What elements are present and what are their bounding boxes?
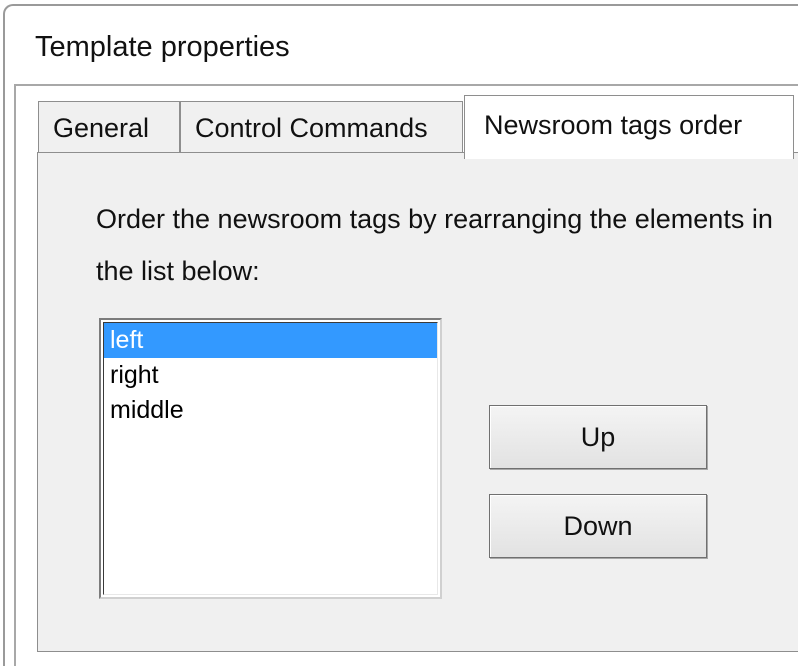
instruction-text: Order the newsroom tags by rearranging t… bbox=[96, 204, 773, 286]
list-item-right[interactable]: right bbox=[104, 358, 437, 393]
tab-general-label: General bbox=[53, 113, 150, 143]
down-button[interactable]: Down bbox=[489, 494, 707, 558]
tab-general[interactable]: General bbox=[38, 101, 180, 153]
template-properties-window: Template properties General Control Comm… bbox=[0, 0, 798, 666]
tab-control-commands[interactable]: Control Commands bbox=[180, 101, 463, 153]
list-item-left[interactable]: left bbox=[104, 323, 437, 358]
tab-newsroom-tags-order-label: Newsroom tags order bbox=[484, 110, 743, 140]
newsroom-tags-listbox[interactable]: left right middle bbox=[99, 318, 442, 599]
listbox-items-container: left right middle bbox=[103, 322, 438, 595]
tab-control-commands-label: Control Commands bbox=[195, 113, 428, 143]
list-item-middle[interactable]: middle bbox=[104, 393, 437, 428]
up-button[interactable]: Up bbox=[489, 405, 707, 469]
tab-newsroom-tags-order[interactable]: Newsroom tags order bbox=[464, 95, 794, 159]
dialog-title: Template properties bbox=[35, 31, 290, 63]
